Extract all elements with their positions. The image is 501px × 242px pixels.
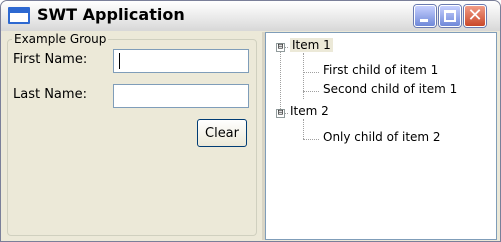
last-name-label: Last Name: <box>13 87 87 102</box>
tree-connector <box>303 139 319 140</box>
tree-child-item[interactable]: Second child of item 1 <box>323 82 457 96</box>
clear-button[interactable]: Clear <box>197 119 247 147</box>
tree-child-item[interactable]: First child of item 1 <box>323 63 438 77</box>
tree-connector <box>303 72 319 73</box>
collapse-icon[interactable]: ⊟ <box>276 109 285 118</box>
title-bar[interactable]: SWT Application ✕ <box>1 1 500 31</box>
text-caret <box>119 53 120 69</box>
last-name-input[interactable] <box>113 84 249 108</box>
tree-view[interactable]: ⊟ Item 1 First child of item 1 Second ch… <box>265 32 497 240</box>
maximize-button[interactable] <box>439 5 461 27</box>
tree-item-1[interactable]: Item 1 <box>290 38 333 52</box>
group-label: Example Group <box>14 32 107 46</box>
close-button[interactable]: ✕ <box>464 5 486 27</box>
tree-children-connector <box>303 53 304 99</box>
form-panel: Example Group First Name: Last Name: Cle… <box>4 32 262 240</box>
tree-item-2[interactable]: Item 2 <box>290 104 329 118</box>
maximize-icon <box>444 10 456 22</box>
first-name-label: First Name: <box>13 52 88 67</box>
tree-children-connector <box>303 119 304 139</box>
tree-child-item[interactable]: Only child of item 2 <box>323 130 441 144</box>
first-name-input[interactable] <box>113 49 249 73</box>
close-icon: ✕ <box>467 5 483 26</box>
minimize-icon <box>420 19 428 22</box>
app-window: SWT Application ✕ Example Group First Na… <box>0 0 501 242</box>
collapse-icon[interactable]: ⊟ <box>276 43 285 52</box>
window-title: SWT Application <box>37 5 185 24</box>
minimize-button[interactable] <box>414 5 436 27</box>
tree-connector <box>303 91 319 92</box>
window-content: Example Group First Name: Last Name: Cle… <box>4 32 497 240</box>
tree-root-connector <box>280 47 281 113</box>
app-window-icon <box>8 7 30 24</box>
